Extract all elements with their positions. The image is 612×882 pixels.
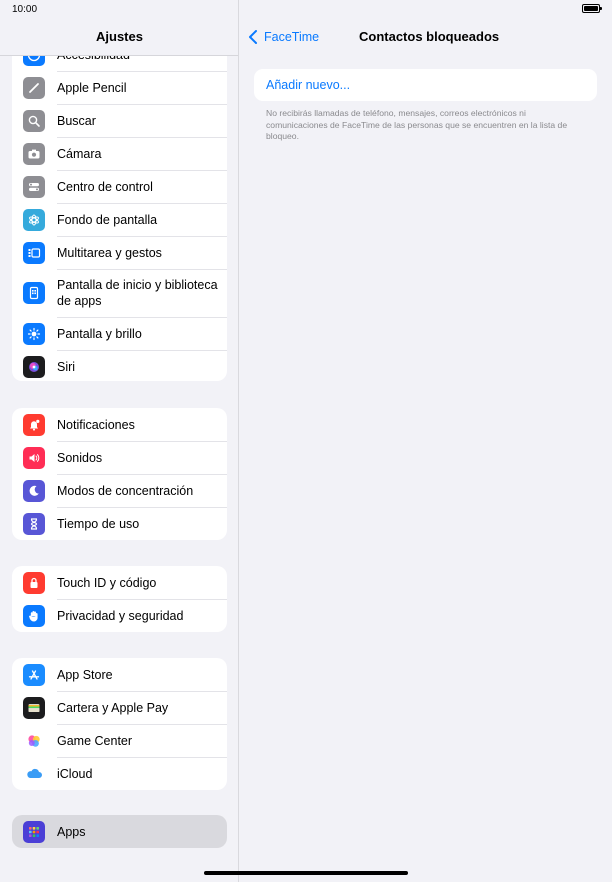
sidebar-item-pantalla-de-inicio[interactable]: Pantalla de inicio y biblioteca de apps (12, 269, 227, 317)
sidebar-item-label: Siri (57, 359, 76, 374)
screen-time-icon (23, 512, 45, 535)
sidebar-item-tiempo-de-uso[interactable]: Tiempo de uso (12, 507, 227, 540)
sidebar-item-game-center[interactable]: Game Center (12, 724, 227, 757)
sidebar-item-sonidos[interactable]: Sonidos (12, 441, 227, 474)
pencil-icon (23, 76, 45, 99)
status-bar: 10:00 (0, 0, 612, 18)
sidebar-item-modos-de-concentracion[interactable]: Modos de concentración (12, 474, 227, 507)
lock-icon (23, 571, 45, 594)
sidebar-item-label: Cartera y Apple Pay (57, 700, 169, 715)
home-screen-icon (23, 282, 45, 304)
sidebar-item-label: Pantalla y brillo (57, 326, 142, 341)
detail-pane: FaceTime Contactos bloqueados Añadir nue… (240, 0, 612, 882)
sidebar-item-notificaciones[interactable]: Notificaciones (12, 408, 227, 441)
hand-icon (23, 604, 45, 627)
settings-group-notifications: Notificaciones Sonidos Modos de concentr… (12, 408, 227, 540)
sidebar-item-camara[interactable]: Cámara (12, 137, 227, 170)
settings-group-general: Accesibilidad Apple Pencil Buscar Cámara… (12, 38, 227, 381)
sidebar-item-label: Game Center (57, 733, 133, 748)
back-button-label: FaceTime (264, 30, 320, 44)
sidebar-item-label: Fondo de pantalla (57, 212, 158, 227)
sidebar-item-label: Touch ID y código (57, 575, 157, 590)
wallpaper-icon (23, 208, 45, 231)
sidebar-item-cartera[interactable]: Cartera y Apple Pay (12, 691, 227, 724)
sidebar-item-label: Sonidos (57, 450, 103, 465)
settings-group-security: Touch ID y código Privacidad y seguridad (12, 566, 227, 632)
sounds-icon (23, 446, 45, 469)
sidebar-title: Ajustes (96, 29, 143, 44)
sidebar-item-pantalla-y-brillo[interactable]: Pantalla y brillo (12, 317, 227, 350)
brightness-icon (23, 322, 45, 345)
sidebar-item-label: App Store (57, 667, 113, 682)
sidebar-item-label: Modos de concentración (57, 483, 194, 498)
sidebar-item-siri[interactable]: Siri (12, 350, 227, 381)
sidebar-item-apps[interactable]: Apps (12, 815, 227, 848)
sidebar-item-multitarea[interactable]: Multitarea y gestos (12, 236, 227, 269)
sidebar-item-label: Apple Pencil (57, 80, 127, 95)
search-icon (23, 109, 45, 132)
game-center-icon (23, 729, 45, 752)
apps-icon (23, 820, 45, 843)
control-center-icon (23, 175, 45, 198)
page-title: Contactos bloqueados (359, 29, 500, 44)
wallet-icon (23, 696, 45, 719)
settings-group-services: App Store Cartera y Apple Pay Game Cente… (12, 658, 227, 790)
sidebar-item-label: Multitarea y gestos (57, 245, 162, 260)
notifications-icon (23, 413, 45, 436)
sidebar-item-buscar[interactable]: Buscar (12, 104, 227, 137)
sidebar-item-label: Tiempo de uso (57, 516, 140, 531)
focus-icon (23, 479, 45, 502)
sidebar-item-label: Buscar (57, 113, 96, 128)
sidebar-item-label: Apps (57, 824, 86, 839)
sidebar-item-label: Privacidad y seguridad (57, 608, 184, 623)
sidebar-item-touch-id[interactable]: Touch ID y código (12, 566, 227, 599)
sidebar-header: Ajustes (0, 18, 238, 56)
sidebar-item-privacidad[interactable]: Privacidad y seguridad (12, 599, 227, 632)
sidebar-item-fondo-de-pantalla[interactable]: Fondo de pantalla (12, 203, 227, 236)
back-button[interactable]: FaceTime (248, 28, 319, 46)
settings-group-apps: Apps (12, 815, 227, 848)
add-new-card[interactable]: Añadir nuevo... (254, 69, 597, 101)
camera-icon (23, 142, 45, 165)
sidebar-item-icloud[interactable]: iCloud (12, 757, 227, 790)
sidebar-item-label: Pantalla de inicio y biblioteca de apps (57, 278, 218, 308)
sidebar-item-centro-de-control[interactable]: Centro de control (12, 170, 227, 203)
add-new-button[interactable]: Añadir nuevo... (266, 78, 350, 92)
status-time: 10:00 (12, 4, 38, 15)
sidebar-item-apple-pencil[interactable]: Apple Pencil (12, 71, 227, 104)
icloud-icon (23, 762, 45, 785)
siri-icon (23, 355, 45, 378)
sidebar-item-label: iCloud (57, 766, 93, 781)
chevron-left-icon (249, 30, 257, 44)
app-store-icon (23, 663, 45, 686)
sidebar-item-label: Notificaciones (57, 417, 135, 432)
sidebar-item-app-store[interactable]: App Store (12, 658, 227, 691)
battery-icon (582, 4, 602, 13)
blocked-list-footnote: No recibirás llamadas de teléfono, mensa… (266, 108, 568, 141)
settings-sidebar[interactable]: Ajustes Accesibilidad Apple Pencil Busca… (0, 0, 239, 882)
sidebar-item-label: Centro de control (57, 179, 153, 194)
home-indicator[interactable] (204, 871, 408, 875)
multitasking-icon (23, 241, 45, 264)
sidebar-item-label: Cámara (57, 146, 102, 161)
